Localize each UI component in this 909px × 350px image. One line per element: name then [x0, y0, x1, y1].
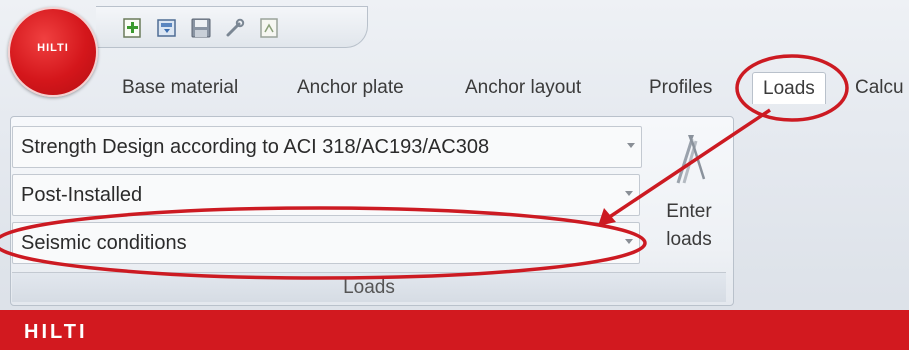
conditions-dropdown[interactable]: Seismic conditions: [12, 222, 640, 264]
tab-anchor-plate[interactable]: Anchor plate: [297, 72, 404, 104]
new-file-icon[interactable]: [120, 16, 146, 40]
enter-loads-button[interactable]: Enter loads: [650, 125, 728, 265]
tab-profiles[interactable]: Profiles: [649, 72, 712, 104]
logo-text: HILTI: [37, 42, 69, 54]
tools-icon[interactable]: [222, 16, 248, 40]
save-icon[interactable]: [188, 16, 214, 40]
tab-base-material[interactable]: Base material: [122, 72, 238, 104]
pdf-export-icon[interactable]: [256, 16, 282, 40]
open-file-icon[interactable]: [154, 16, 180, 40]
footer-brand-bar: HILTI: [0, 310, 909, 350]
design-method-dropdown[interactable]: Strength Design according to ACI 318/AC1…: [12, 126, 642, 168]
load-arrows-icon: [676, 135, 706, 184]
chevron-down-icon: [627, 143, 635, 148]
conditions-value: Seismic conditions: [21, 232, 187, 254]
anchor-type-dropdown[interactable]: Post-Installed: [12, 174, 640, 216]
design-method-value: Strength Design according to ACI 318/AC1…: [21, 136, 490, 158]
tab-loads[interactable]: Loads: [752, 72, 826, 104]
ribbon-group-label: Loads: [12, 272, 726, 302]
tab-calculation[interactable]: Calcu: [855, 72, 904, 104]
footer-logo-text: HILTI: [24, 321, 88, 343]
loads-label: loads: [666, 229, 712, 250]
chevron-down-icon: [625, 239, 633, 244]
tab-anchor-layout[interactable]: Anchor layout: [465, 72, 581, 104]
hilti-logo[interactable]: HILTI: [8, 7, 98, 97]
quick-access-toolbar: [96, 6, 368, 48]
app-window: HILTI Base material Anchor plate Anchor …: [0, 0, 909, 350]
enter-label: Enter: [666, 201, 712, 222]
chevron-down-icon: [625, 191, 633, 196]
anchor-type-value: Post-Installed: [21, 184, 143, 206]
